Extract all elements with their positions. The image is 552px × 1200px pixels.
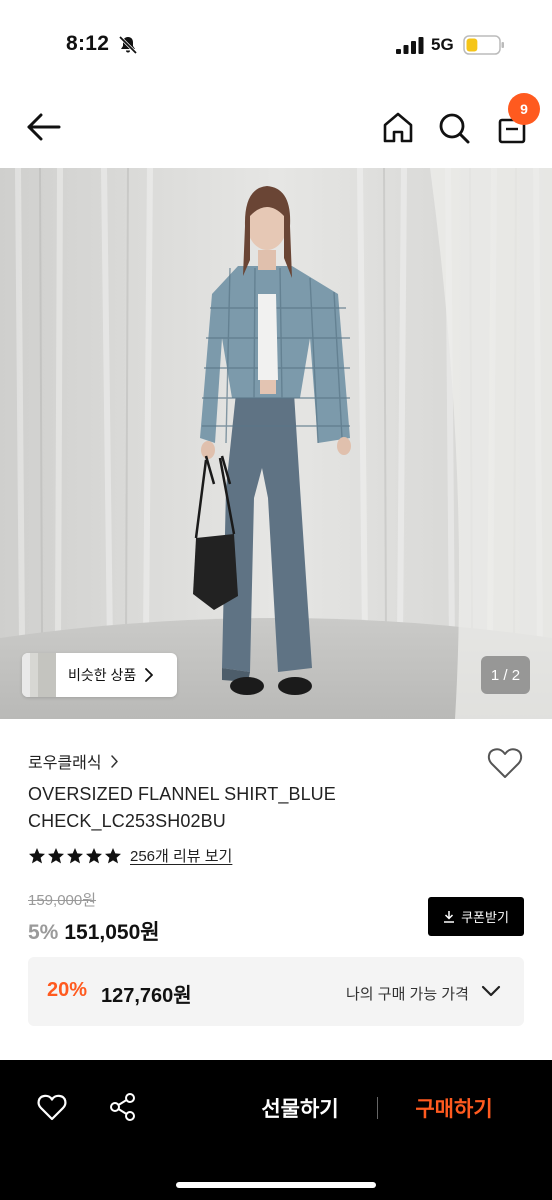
star-icon <box>67 847 83 863</box>
top-navigation <box>0 88 552 168</box>
star-icon <box>48 847 64 863</box>
my-price-discount-rate: 20% <box>47 979 88 1001</box>
home-icon[interactable] <box>378 108 418 148</box>
star-icon <box>29 847 45 863</box>
product-name-line-1: OVERSIZED FLANNEL SHIRT_BLUE <box>28 784 336 804</box>
brand-link[interactable]: 로우클래식 <box>28 749 119 773</box>
star-icon <box>86 847 102 863</box>
similar-products-thumbnails <box>22 653 56 697</box>
bell-slash-icon <box>118 35 138 55</box>
divider <box>377 1097 378 1119</box>
similar-products-label: 비슷한 상품 <box>68 667 137 683</box>
rating-row: 256개 리뷰 보기 <box>28 845 232 866</box>
discount-rate: 5% <box>28 921 59 944</box>
search-icon[interactable] <box>434 108 474 148</box>
rating-stars <box>28 847 122 865</box>
chevron-right-icon <box>110 754 118 768</box>
buy-button[interactable]: 구매하기 <box>404 1090 504 1126</box>
similar-products-button[interactable]: 비슷한 상품 <box>22 653 177 697</box>
status-bar: 8:12 5G <box>0 0 552 88</box>
my-price-value: 127,760원 <box>101 985 192 1007</box>
chevron-right-icon <box>145 668 154 682</box>
review-link[interactable]: 256개 리뷰 보기 <box>130 845 232 866</box>
heart-icon[interactable] <box>36 1092 68 1122</box>
signal-icon <box>396 37 424 54</box>
section-spacer <box>0 1026 552 1060</box>
original-price: 159,000원 <box>28 892 97 909</box>
coupon-download-button[interactable]: 쿠폰받기 <box>428 897 524 936</box>
price-row: 5% 151,050원 <box>28 916 160 946</box>
coupon-label: 쿠폰받기 <box>461 910 509 925</box>
product-image-gallery[interactable] <box>0 168 552 719</box>
image-page-indicator: 1 / 2 <box>481 656 530 694</box>
brand-name: 로우클래식 <box>28 755 102 772</box>
network-label: 5G <box>431 35 454 54</box>
home-indicator <box>176 1182 376 1188</box>
status-time: 8:12 <box>66 32 110 55</box>
heart-icon[interactable] <box>486 745 524 781</box>
my-purchase-price-box[interactable]: 20% 127,760원 나의 구매 가능 가격 <box>28 957 524 1026</box>
back-arrow-icon[interactable] <box>22 108 66 146</box>
bottom-action-bar: 선물하기 구매하기 <box>0 1060 552 1200</box>
star-icon <box>105 847 121 863</box>
chevron-down-icon <box>481 985 501 997</box>
product-photo <box>0 168 552 719</box>
battery-icon <box>463 35 504 55</box>
download-icon <box>444 911 455 923</box>
gift-button[interactable]: 선물하기 <box>250 1090 350 1126</box>
product-name-line-2: CHECK_LC253SH02BU <box>28 811 226 831</box>
sale-price: 151,050원 <box>64 921 160 944</box>
product-name: OVERSIZED FLANNEL SHIRT_BLUE CHECK_LC253… <box>28 781 448 835</box>
my-price-label: 나의 구매 가능 가격 <box>346 986 469 1003</box>
share-icon[interactable] <box>108 1092 138 1122</box>
cart-count-badge: 9 <box>508 93 540 125</box>
